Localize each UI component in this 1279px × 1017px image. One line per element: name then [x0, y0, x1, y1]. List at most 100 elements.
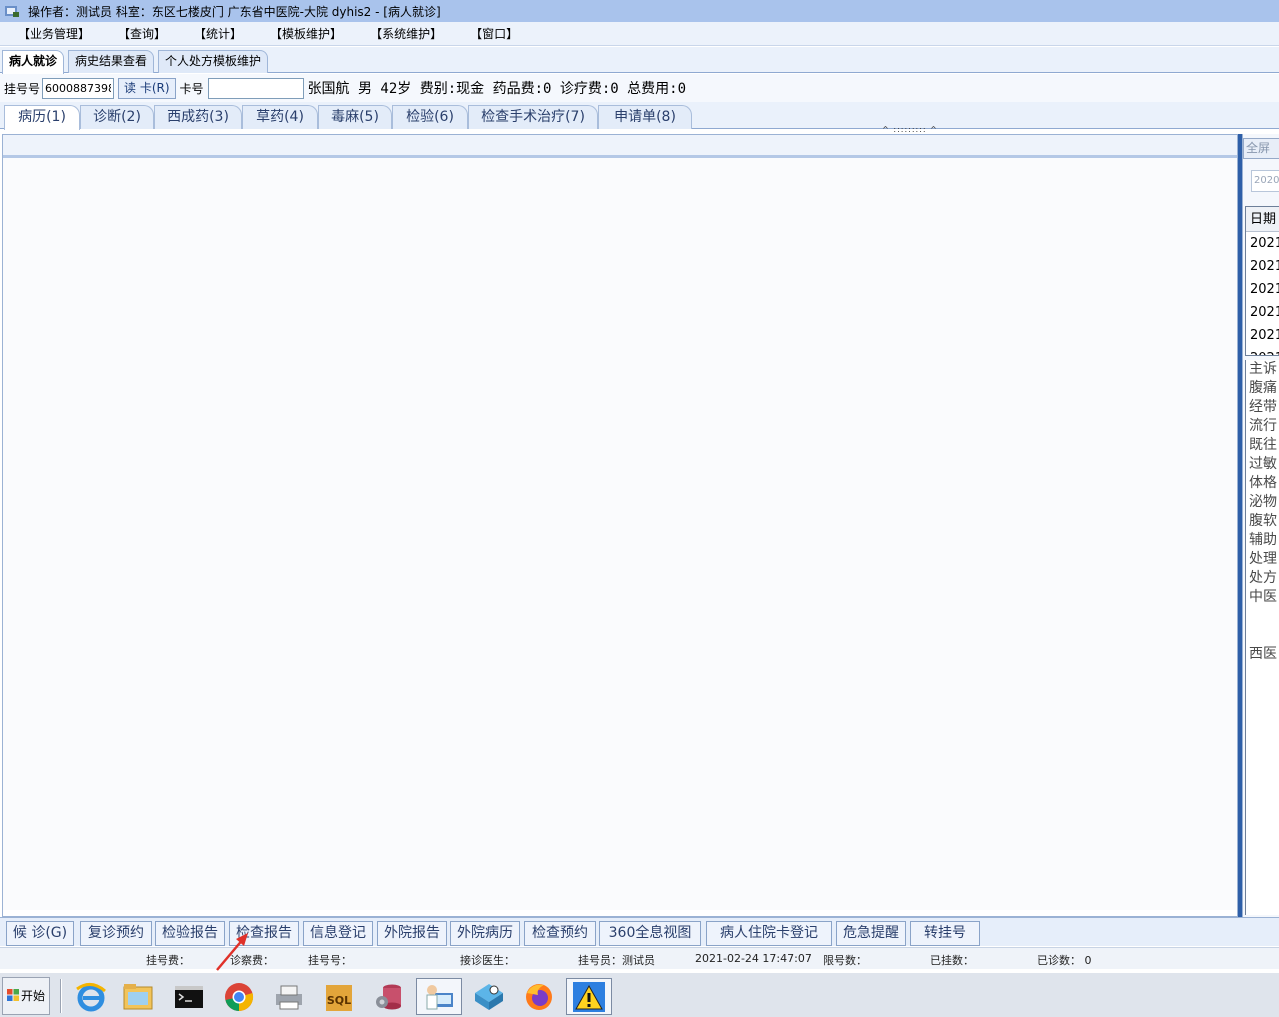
status-doctor: 接诊医生： [460, 954, 515, 967]
preview-line: 腹痛 [1249, 380, 1277, 396]
preview-line: 泌物 [1249, 494, 1277, 510]
external-record-button[interactable]: 外院病历 [450, 921, 520, 946]
reg-number-input[interactable] [42, 77, 115, 99]
status-registered: 已挂数： [930, 954, 974, 967]
history-side-panel: 全屏 2020 日期 2021 2021 2021 2021 2021 2021… [1242, 134, 1279, 917]
status-reg-fee: 挂号费： [146, 954, 190, 967]
patient-info: 张国航 男 42岁 费别:现金 药品费:0 诊疗费:0 总费用:0 [307, 81, 686, 97]
table-row[interactable]: 2021 [1246, 324, 1279, 347]
start-label: 开始 [20, 989, 45, 1003]
menu-window[interactable]: 【窗口】 [470, 25, 518, 42]
preview-line: 处方 [1249, 570, 1277, 586]
taskbar: 开始 SQL [0, 972, 1279, 1017]
table-row[interactable]: 2021 [1246, 278, 1279, 301]
preview-line: 中医 [1249, 589, 1277, 605]
menu-template[interactable]: 【模板维护】 [270, 25, 342, 42]
printer-icon[interactable] [266, 978, 312, 1015]
menu-system[interactable]: 【系统维护】 [370, 25, 442, 42]
inpatient-card-button[interactable]: 病人住院卡登记 [706, 921, 832, 946]
warning-icon[interactable] [566, 978, 612, 1015]
preview-line: 处理 [1249, 551, 1277, 567]
module-tab-strip: 病人就诊 病史结果查看 个人处方模板维护 [0, 47, 1279, 74]
start-button[interactable]: 开始 [2, 977, 50, 1015]
waiting-button[interactable]: 候 诊(G) [6, 921, 74, 946]
taskbar-separator [60, 979, 62, 1013]
preview-line: 体格 [1249, 475, 1277, 491]
tab-lab-test[interactable]: 检验(6) [392, 105, 468, 129]
editor-toolbar [3, 135, 1237, 158]
record-editor[interactable] [2, 134, 1238, 917]
external-report-button[interactable]: 外院报告 [377, 921, 447, 946]
preview-line: 既往 [1249, 437, 1277, 453]
visit-date-header: 日期 [1246, 207, 1279, 232]
tab-requisition[interactable]: 申请单(8) [598, 105, 692, 129]
action-bar: 候 诊(G) 复诊预约 检验报告 检查报告 信息登记 外院报告 外院病历 检查预… [0, 917, 1279, 946]
preview-line [1246, 607, 1279, 626]
reg-number-label: 挂号号 [4, 81, 41, 96]
history-date-input[interactable]: 2020 [1251, 170, 1279, 192]
database-icon[interactable] [366, 978, 412, 1015]
status-bar: 挂号费： 诊察费： 挂号号： 接诊医生： 挂号员：测试员 2021-02-24 … [0, 947, 1279, 969]
cmd-icon[interactable] [166, 978, 212, 1015]
svg-text:SQL: SQL [327, 994, 351, 1007]
table-row[interactable]: 2021 [1246, 255, 1279, 278]
splitter-grip[interactable]: ^ ::::::::: ^ [876, 126, 944, 134]
menu-statistics[interactable]: 【统计】 [194, 25, 242, 42]
record-preview: 主诉 腹痛 经带 流行 既往 过敏 体格 泌物 腹软 辅助 处理 处方 中医 西… [1245, 360, 1279, 915]
card-number-label: 卡号 [179, 81, 204, 96]
tab-diagnosis[interactable]: 诊断(2) [80, 105, 154, 129]
preview-line: 主诉 [1249, 361, 1277, 377]
status-limit: 限号数： [823, 954, 867, 967]
table-row[interactable]: 2021 [1246, 232, 1279, 255]
preview-line [1246, 626, 1279, 645]
app-icon [5, 6, 19, 17]
visit-date-table: 日期 2021 2021 2021 2021 2021 2021 [1245, 206, 1279, 356]
info-register-button[interactable]: 信息登记 [303, 921, 373, 946]
tab-exam-surgery[interactable]: 检查手术治疗(7) [468, 105, 598, 129]
status-datetime: 2021-02-24 17:47:07 [695, 952, 812, 965]
window-title: 操作者：测试员 科室：东区七楼皮门 广东省中医院-大院 dyhis2 - [病人… [28, 4, 441, 19]
his-app-icon[interactable] [416, 978, 462, 1015]
critical-alert-button[interactable]: 危急提醒 [836, 921, 906, 946]
preview-line: 腹软 [1249, 513, 1277, 529]
exam-booking-button[interactable]: 检查预约 [524, 921, 596, 946]
preview-line: 过敏 [1249, 456, 1277, 472]
tab-patient-visit[interactable]: 病人就诊 [2, 50, 65, 74]
preview-line: 经带 [1249, 399, 1277, 415]
menu-business[interactable]: 【业务管理】 [18, 25, 90, 42]
status-diagnosed: 已诊数： 0 [1037, 954, 1092, 967]
holographic-view-button[interactable]: 360全息视图 [599, 921, 701, 946]
table-row[interactable]: 2021 [1246, 347, 1279, 355]
tab-history-results[interactable]: 病史结果查看 [68, 50, 155, 73]
table-row[interactable]: 2021 [1246, 301, 1279, 324]
firefox-icon[interactable] [516, 978, 562, 1015]
preview-line: 西医 [1249, 646, 1277, 662]
fullscreen-button[interactable]: 全屏 [1243, 138, 1279, 159]
ie-icon[interactable] [68, 978, 114, 1015]
read-card-button[interactable]: 读 卡(R) [118, 77, 176, 99]
status-reg-number: 挂号号： [308, 954, 352, 967]
tab-herbal-medicine[interactable]: 草药(4) [242, 105, 318, 129]
editor-body[interactable] [3, 158, 1237, 910]
menu-query[interactable]: 【查询】 [118, 25, 166, 42]
preview-line: 流行 [1249, 418, 1277, 434]
follow-up-booking-button[interactable]: 复诊预约 [80, 921, 152, 946]
window-titlebar: 操作者：测试员 科室：东区七楼皮门 广东省中医院-大院 dyhis2 - [病人… [0, 0, 1279, 22]
explorer-icon[interactable] [115, 978, 161, 1015]
windows-flag-icon [6, 989, 19, 1001]
menu-bar: 【业务管理】 【查询】 【统计】 【模板维护】 【系统维护】 【窗口】 [0, 22, 1279, 46]
status-operator: 挂号员：测试员 [578, 954, 655, 967]
card-number-input[interactable] [207, 77, 304, 99]
tab-narcotics[interactable]: 毒麻(5) [318, 105, 392, 129]
annotation-arrow-icon [216, 933, 248, 971]
transfer-registration-button[interactable]: 转挂号 [910, 921, 980, 946]
clinic-tab-strip: 病历(1) 诊断(2) 西成药(3) 草药(4) 毒麻(5) 检验(6) 检查手… [0, 102, 1279, 130]
tab-western-medicine[interactable]: 西成药(3) [154, 105, 242, 129]
patient-bar: 挂号号 读 卡(R) 卡号 张国航 男 42岁 费别:现金 药品费:0 诊疗费:… [0, 74, 1279, 102]
tab-medical-record[interactable]: 病历(1) [4, 105, 80, 130]
sql-icon[interactable]: SQL [316, 978, 362, 1015]
tab-prescription-templates[interactable]: 个人处方模板维护 [158, 50, 269, 73]
chrome-icon[interactable] [216, 978, 262, 1015]
network-icon[interactable] [466, 978, 512, 1015]
preview-line: 辅助 [1249, 532, 1277, 548]
